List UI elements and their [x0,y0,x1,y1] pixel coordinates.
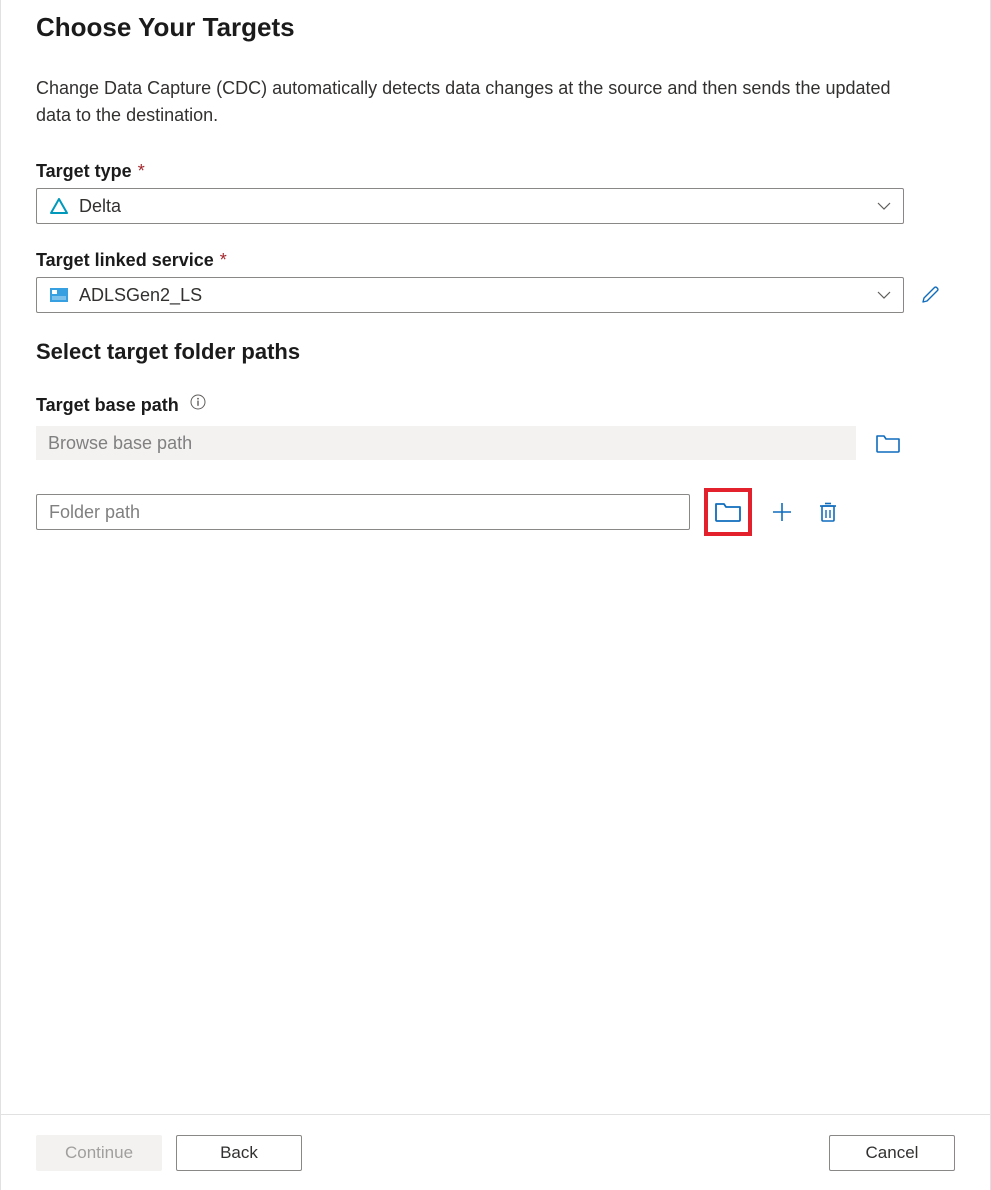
linked-service-value: ADLSGen2_LS [79,285,202,306]
page-description: Change Data Capture (CDC) automatically … [36,75,916,129]
info-icon[interactable] [189,393,207,411]
target-type-field: Target type * Delta [36,161,955,224]
base-path-label: Target base path [36,395,955,416]
browse-base-path-button[interactable] [872,427,904,459]
storage-icon [49,285,69,305]
linked-service-label-text: Target linked service [36,250,214,271]
chevron-down-icon [877,197,891,215]
required-star: * [220,250,227,271]
footer-bar: Continue Back Cancel [1,1114,990,1190]
browse-folder-path-button[interactable] [712,496,744,528]
delta-icon [49,196,69,216]
edit-linked-service-button[interactable] [918,283,942,307]
folder-path-input[interactable] [36,494,690,530]
base-path-row: Browse base path [36,426,955,460]
targets-panel: Choose Your Targets Change Data Capture … [0,0,991,1190]
folder-path-row [36,488,955,536]
chevron-down-icon [877,286,891,304]
delete-folder-path-button[interactable] [812,496,844,528]
cancel-button[interactable]: Cancel [829,1135,955,1171]
highlight-annotation [704,488,752,536]
folder-section-title: Select target folder paths [36,339,955,365]
linked-service-field: Target linked service * ADLSGen2_LS [36,250,955,313]
base-path-placeholder: Browse base path [48,433,192,454]
base-path-input: Browse base path [36,426,856,460]
target-type-label: Target type * [36,161,955,182]
content-area: Choose Your Targets Change Data Capture … [1,0,990,536]
linked-service-dropdown[interactable]: ADLSGen2_LS [36,277,904,313]
target-type-dropdown[interactable]: Delta [36,188,904,224]
required-star: * [138,161,145,182]
page-title: Choose Your Targets [36,12,955,43]
linked-service-label: Target linked service * [36,250,955,271]
continue-button: Continue [36,1135,162,1171]
target-type-value: Delta [79,196,121,217]
base-path-label-text: Target base path [36,395,179,416]
target-type-label-text: Target type [36,161,132,182]
back-button[interactable]: Back [176,1135,302,1171]
add-folder-path-button[interactable] [766,496,798,528]
